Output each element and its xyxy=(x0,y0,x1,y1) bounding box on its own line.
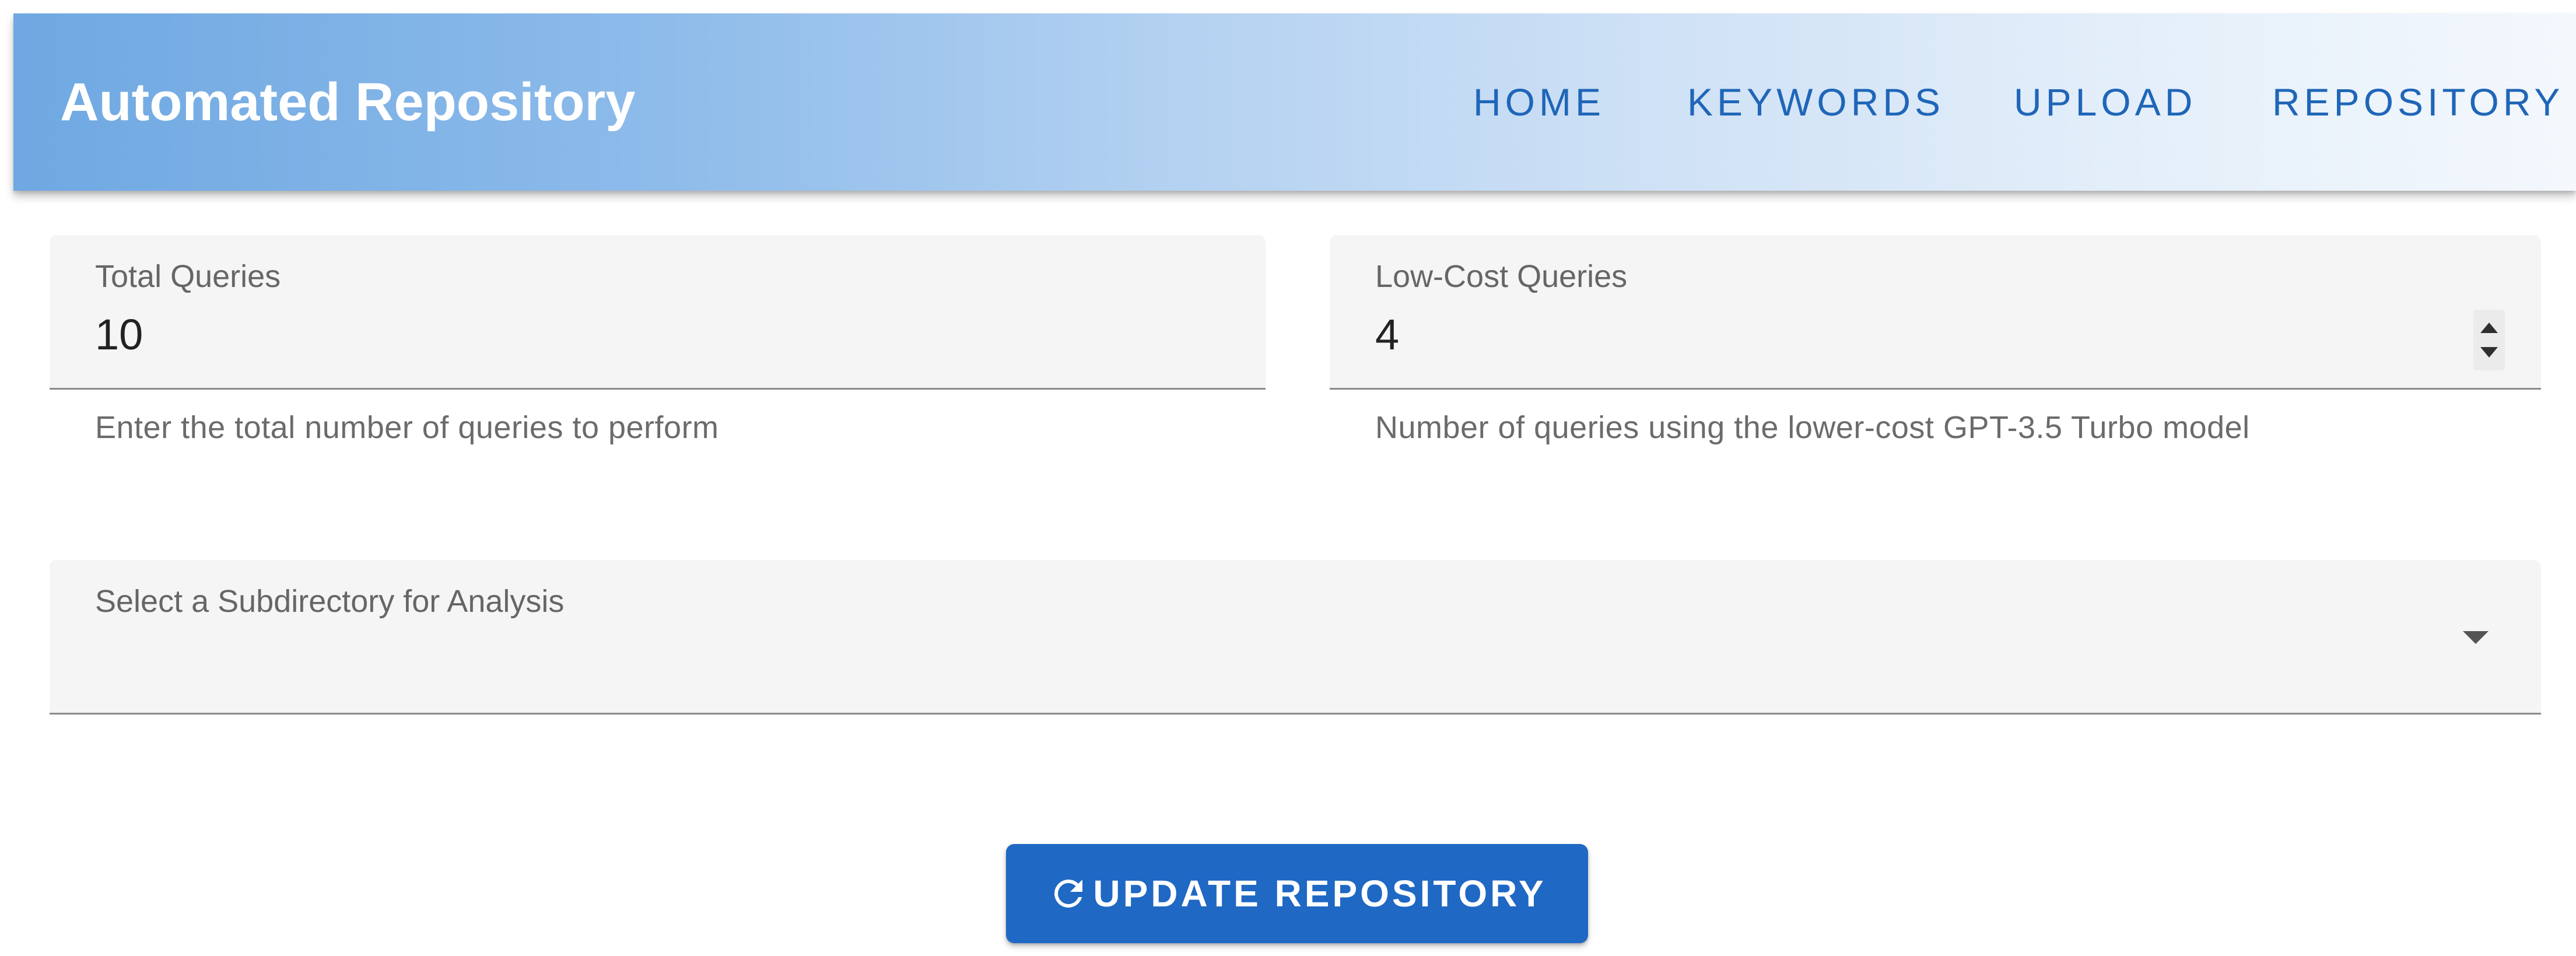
total-queries-input[interactable]: 10 xyxy=(95,310,143,359)
update-repository-button[interactable]: UPDATE REPOSITORY xyxy=(1006,844,1588,943)
total-queries-helper: Enter the total number of queries to per… xyxy=(95,410,719,445)
nav-repository[interactable]: REPOSITORY xyxy=(2272,13,2564,191)
subdirectory-select[interactable]: Select a Subdirectory for Analysis xyxy=(50,560,2541,715)
nav-upload[interactable]: UPLOAD xyxy=(2014,13,2196,191)
total-queries-field[interactable]: Total Queries 10 xyxy=(50,235,1266,390)
low-cost-queries-field[interactable]: Low-Cost Queries 4 xyxy=(1330,235,2541,390)
low-cost-queries-input[interactable]: 4 xyxy=(1375,310,1399,359)
app-title: Automated Repository xyxy=(60,72,636,132)
number-stepper[interactable] xyxy=(2473,310,2505,370)
low-cost-queries-label: Low-Cost Queries xyxy=(1375,259,1628,294)
refresh-icon xyxy=(1054,880,1083,908)
app-bar: Automated Repository HOME KEYWORDS UPLOA… xyxy=(13,13,2576,191)
nav-keywords[interactable]: KEYWORDS xyxy=(1687,13,1944,191)
arrow-down-icon[interactable] xyxy=(2480,347,2498,358)
update-repository-label: UPDATE REPOSITORY xyxy=(1093,873,1547,915)
total-queries-label: Total Queries xyxy=(95,259,281,294)
low-cost-queries-helper: Number of queries using the lower-cost G… xyxy=(1375,410,2250,445)
nav-home[interactable]: HOME xyxy=(1473,13,1605,191)
arrow-up-icon[interactable] xyxy=(2480,323,2498,333)
chevron-down-icon[interactable] xyxy=(2463,631,2489,644)
subdirectory-label: Select a Subdirectory for Analysis xyxy=(95,584,565,619)
